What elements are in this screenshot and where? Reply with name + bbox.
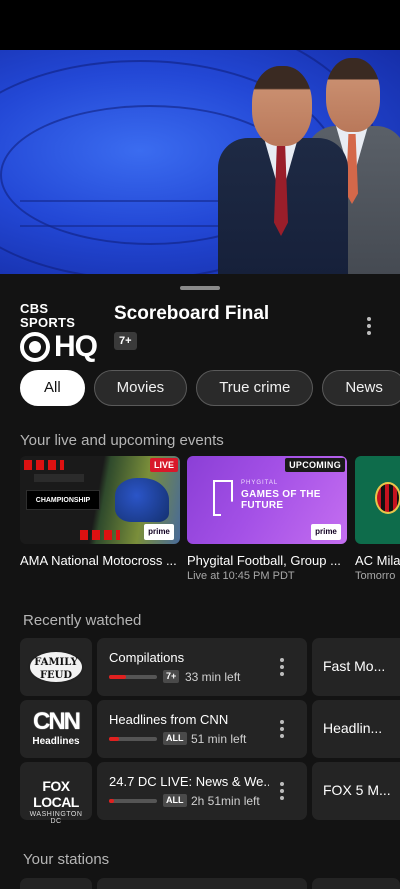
program-title: 24.7 DC LIVE: News & We... bbox=[109, 774, 269, 789]
fox-local-logo: FOX LOCAL WASHINGTON DC bbox=[24, 778, 88, 825]
section-title-recent: Recently watched bbox=[23, 612, 142, 629]
channel-tile[interactable]: FAMILY FEUD bbox=[20, 638, 92, 696]
event-thumbnail bbox=[355, 456, 400, 544]
program-title: Headlines from CNN bbox=[109, 712, 229, 727]
fox-logo-text: FOX LOCAL bbox=[33, 778, 79, 810]
program-card[interactable]: Headlines from CNN ALL 51 min left bbox=[97, 700, 307, 758]
cbs-eye-icon bbox=[20, 332, 50, 362]
graphic-stripe bbox=[80, 530, 120, 540]
chip-movies[interactable]: Movies bbox=[93, 370, 188, 406]
station-tile[interactable] bbox=[97, 878, 307, 889]
show-title: Scoreboard Final bbox=[114, 303, 270, 324]
upcoming-badge: UPCOMING bbox=[285, 458, 345, 472]
prime-logo: prime bbox=[144, 524, 174, 540]
channel-tile[interactable]: FOX LOCAL WASHINGTON DC bbox=[20, 762, 92, 825]
family-feud-logo: FAMILY FEUD bbox=[28, 650, 84, 684]
program-card[interactable]: 24.7 DC LIVE: News & We... ALL 2h 51min … bbox=[97, 762, 307, 820]
championship-logo: CHAMPIONSHIP bbox=[26, 490, 100, 510]
thumb-subtitle: PHYGITAL bbox=[241, 480, 279, 486]
time-left: 51 min left bbox=[191, 732, 247, 746]
event-card[interactable]: PHYGITAL GAMES OF THE FUTURE UPCOMING pr… bbox=[187, 456, 347, 586]
sponsor-logo bbox=[34, 474, 84, 482]
event-title: Phygital Football, Group ... bbox=[187, 553, 341, 568]
channel-logo-text: CBS SPORTS bbox=[20, 301, 76, 330]
next-program-card[interactable]: Headlin... bbox=[312, 700, 400, 758]
next-program-title: FOX 5 M... bbox=[323, 782, 391, 798]
event-thumbnail: PHYGITAL GAMES OF THE FUTURE UPCOMING pr… bbox=[187, 456, 347, 544]
progress-bar bbox=[109, 675, 157, 679]
more-options-icon[interactable] bbox=[273, 779, 291, 803]
rider-image bbox=[115, 478, 169, 522]
channel-logo-hq: HQ bbox=[54, 330, 98, 363]
station-tile[interactable] bbox=[312, 878, 400, 889]
rating-badge: 7+ bbox=[114, 332, 137, 350]
cnn-logo-text: CNN bbox=[33, 708, 81, 735]
cnn-logo: CNN Headlines bbox=[30, 708, 82, 748]
chip-all[interactable]: All bbox=[20, 370, 85, 406]
phygital-logo-icon bbox=[213, 480, 233, 516]
program-title: Compilations bbox=[109, 650, 185, 665]
recently-watched-row: CNN Headlines Headlines from CNN ALL 51 … bbox=[20, 700, 400, 758]
station-tile[interactable] bbox=[20, 878, 92, 889]
recently-watched-row: FOX LOCAL WASHINGTON DC 24.7 DC LIVE: Ne… bbox=[20, 762, 400, 825]
prime-logo: prime bbox=[311, 524, 341, 540]
status-bar bbox=[0, 0, 400, 50]
ac-milan-crest-icon bbox=[375, 482, 400, 514]
stations-row bbox=[20, 878, 400, 889]
event-time: Live at 10:45 PM PDT bbox=[187, 570, 295, 582]
channel-logo: CBS SPORTS HQ bbox=[20, 301, 104, 362]
more-options-icon[interactable] bbox=[273, 717, 291, 741]
fox-logo-sub: WASHINGTON DC bbox=[29, 811, 83, 825]
next-program-title: Fast Mo... bbox=[323, 658, 386, 674]
next-program-card[interactable]: FOX 5 M... bbox=[312, 762, 400, 820]
live-badge: LIVE bbox=[149, 458, 178, 472]
cnn-logo-sub: Headlines bbox=[32, 736, 80, 747]
event-card[interactable]: AC Mila Tomorro bbox=[355, 456, 400, 586]
event-title: AC Mila bbox=[355, 553, 400, 568]
video-player[interactable] bbox=[0, 50, 400, 274]
time-left: 33 min left bbox=[185, 670, 241, 684]
chip-news[interactable]: News bbox=[322, 370, 400, 406]
event-card[interactable]: CHAMPIONSHIP LIVE prime AMA National Mot… bbox=[20, 456, 180, 586]
anchor-person-left bbox=[218, 50, 348, 274]
progress-bar bbox=[109, 737, 157, 741]
rating-badge: 7+ bbox=[163, 670, 180, 683]
progress-bar bbox=[109, 799, 157, 803]
progress-fill bbox=[109, 737, 119, 741]
event-title: AMA National Motocross ... bbox=[20, 553, 177, 568]
more-options-icon[interactable] bbox=[273, 655, 291, 679]
graphic-stripe bbox=[24, 460, 64, 470]
progress-fill bbox=[109, 675, 126, 679]
recently-watched-row: FAMILY FEUD Compilations 7+ 33 min left … bbox=[20, 638, 400, 696]
program-card[interactable]: Compilations 7+ 33 min left bbox=[97, 638, 307, 696]
time-left: 2h 51min left bbox=[191, 794, 260, 808]
section-title-stations: Your stations bbox=[23, 851, 110, 868]
filter-chips: All Movies True crime News bbox=[20, 370, 400, 406]
event-thumbnail: CHAMPIONSHIP LIVE prime bbox=[20, 456, 180, 544]
chip-true-crime[interactable]: True crime bbox=[196, 370, 314, 406]
section-title-live: Your live and upcoming events bbox=[20, 432, 224, 449]
event-time: Tomorro bbox=[355, 570, 396, 582]
rating-badge: ALL bbox=[163, 732, 187, 745]
thumb-title: GAMES OF THE FUTURE bbox=[241, 489, 321, 511]
drag-handle[interactable] bbox=[180, 286, 220, 290]
rating-badge: ALL bbox=[163, 794, 187, 807]
next-program-card[interactable]: Fast Mo... bbox=[312, 638, 400, 696]
channel-tile[interactable]: CNN Headlines bbox=[20, 700, 92, 758]
progress-fill bbox=[109, 799, 114, 803]
next-program-title: Headlin... bbox=[323, 720, 383, 736]
more-options-icon[interactable] bbox=[360, 314, 378, 338]
